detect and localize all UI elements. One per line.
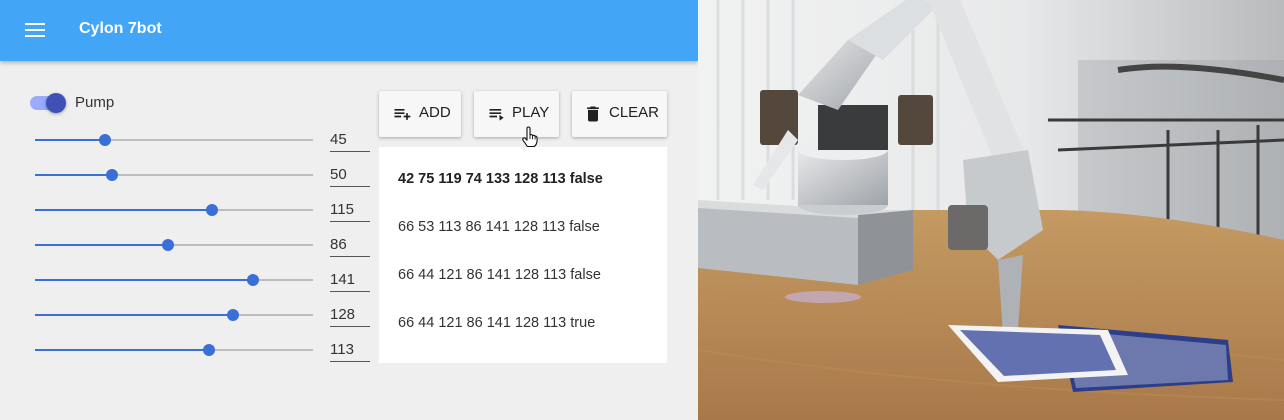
joint-slider[interactable] bbox=[35, 237, 313, 253]
slider-fill bbox=[35, 174, 113, 176]
joint-value-field[interactable]: 86 bbox=[330, 231, 370, 257]
slider-fill bbox=[35, 279, 253, 281]
playlist-play-icon bbox=[489, 109, 504, 121]
pose-list: 42 75 119 74 133 128 113 false 66 53 113 … bbox=[379, 147, 667, 363]
app-bar: Cylon 7bot bbox=[0, 0, 698, 61]
list-item[interactable]: 66 53 113 86 141 128 113 false bbox=[398, 219, 600, 235]
pump-toggle[interactable] bbox=[30, 92, 68, 114]
play-button-label: PLAY bbox=[512, 104, 550, 121]
list-item[interactable]: 42 75 119 74 133 128 113 false bbox=[398, 171, 603, 187]
joint-value-field[interactable]: 113 bbox=[330, 336, 370, 362]
slider-fill bbox=[35, 314, 233, 316]
pump-label: Pump bbox=[75, 94, 115, 111]
slider-fill bbox=[35, 139, 105, 141]
add-button[interactable]: ADD bbox=[379, 91, 461, 137]
trash-icon bbox=[587, 106, 599, 122]
joint-value-field[interactable]: 45 bbox=[330, 126, 370, 152]
joint-value-field[interactable]: 50 bbox=[330, 161, 370, 187]
joint-slider[interactable] bbox=[35, 132, 313, 148]
hand-pointer-icon bbox=[522, 126, 538, 148]
slider-fill bbox=[35, 244, 168, 246]
joint-slider[interactable] bbox=[35, 272, 313, 288]
slider-knob[interactable] bbox=[226, 309, 239, 321]
slider-knob[interactable] bbox=[106, 169, 119, 181]
joint-value-field[interactable]: 128 bbox=[330, 301, 370, 327]
clear-button[interactable]: CLEAR bbox=[572, 91, 667, 137]
robot-camera-feed bbox=[698, 0, 1284, 420]
playlist-add-icon bbox=[394, 109, 411, 120]
slider-knob[interactable] bbox=[161, 239, 174, 251]
slider-knob[interactable] bbox=[98, 134, 111, 146]
joint-slider[interactable] bbox=[35, 342, 313, 358]
joint-value-field[interactable]: 115 bbox=[330, 196, 370, 222]
robot-arm-image bbox=[698, 0, 1284, 420]
menu-icon[interactable] bbox=[20, 17, 50, 43]
list-item[interactable]: 66 44 121 86 141 128 113 false bbox=[398, 267, 601, 283]
play-button[interactable]: PLAY bbox=[474, 91, 559, 137]
slider-knob[interactable] bbox=[206, 204, 219, 216]
app-title: Cylon 7bot bbox=[79, 20, 162, 37]
joint-slider[interactable] bbox=[35, 202, 313, 218]
toggle-thumb bbox=[46, 93, 66, 113]
add-button-label: ADD bbox=[419, 104, 451, 121]
slider-fill bbox=[35, 209, 213, 211]
joint-value-field[interactable]: 141 bbox=[330, 266, 370, 292]
control-panel: Cylon 7bot Pump 45 50 115 86 141 128 113 ADD P… bbox=[0, 0, 698, 420]
joint-slider[interactable] bbox=[35, 307, 313, 323]
list-item[interactable]: 66 44 121 86 141 128 113 true bbox=[398, 315, 595, 331]
slider-fill bbox=[35, 349, 210, 351]
joint-slider[interactable] bbox=[35, 167, 313, 183]
slider-knob[interactable] bbox=[203, 344, 216, 356]
clear-button-label: CLEAR bbox=[609, 104, 660, 121]
slider-knob[interactable] bbox=[246, 274, 259, 286]
